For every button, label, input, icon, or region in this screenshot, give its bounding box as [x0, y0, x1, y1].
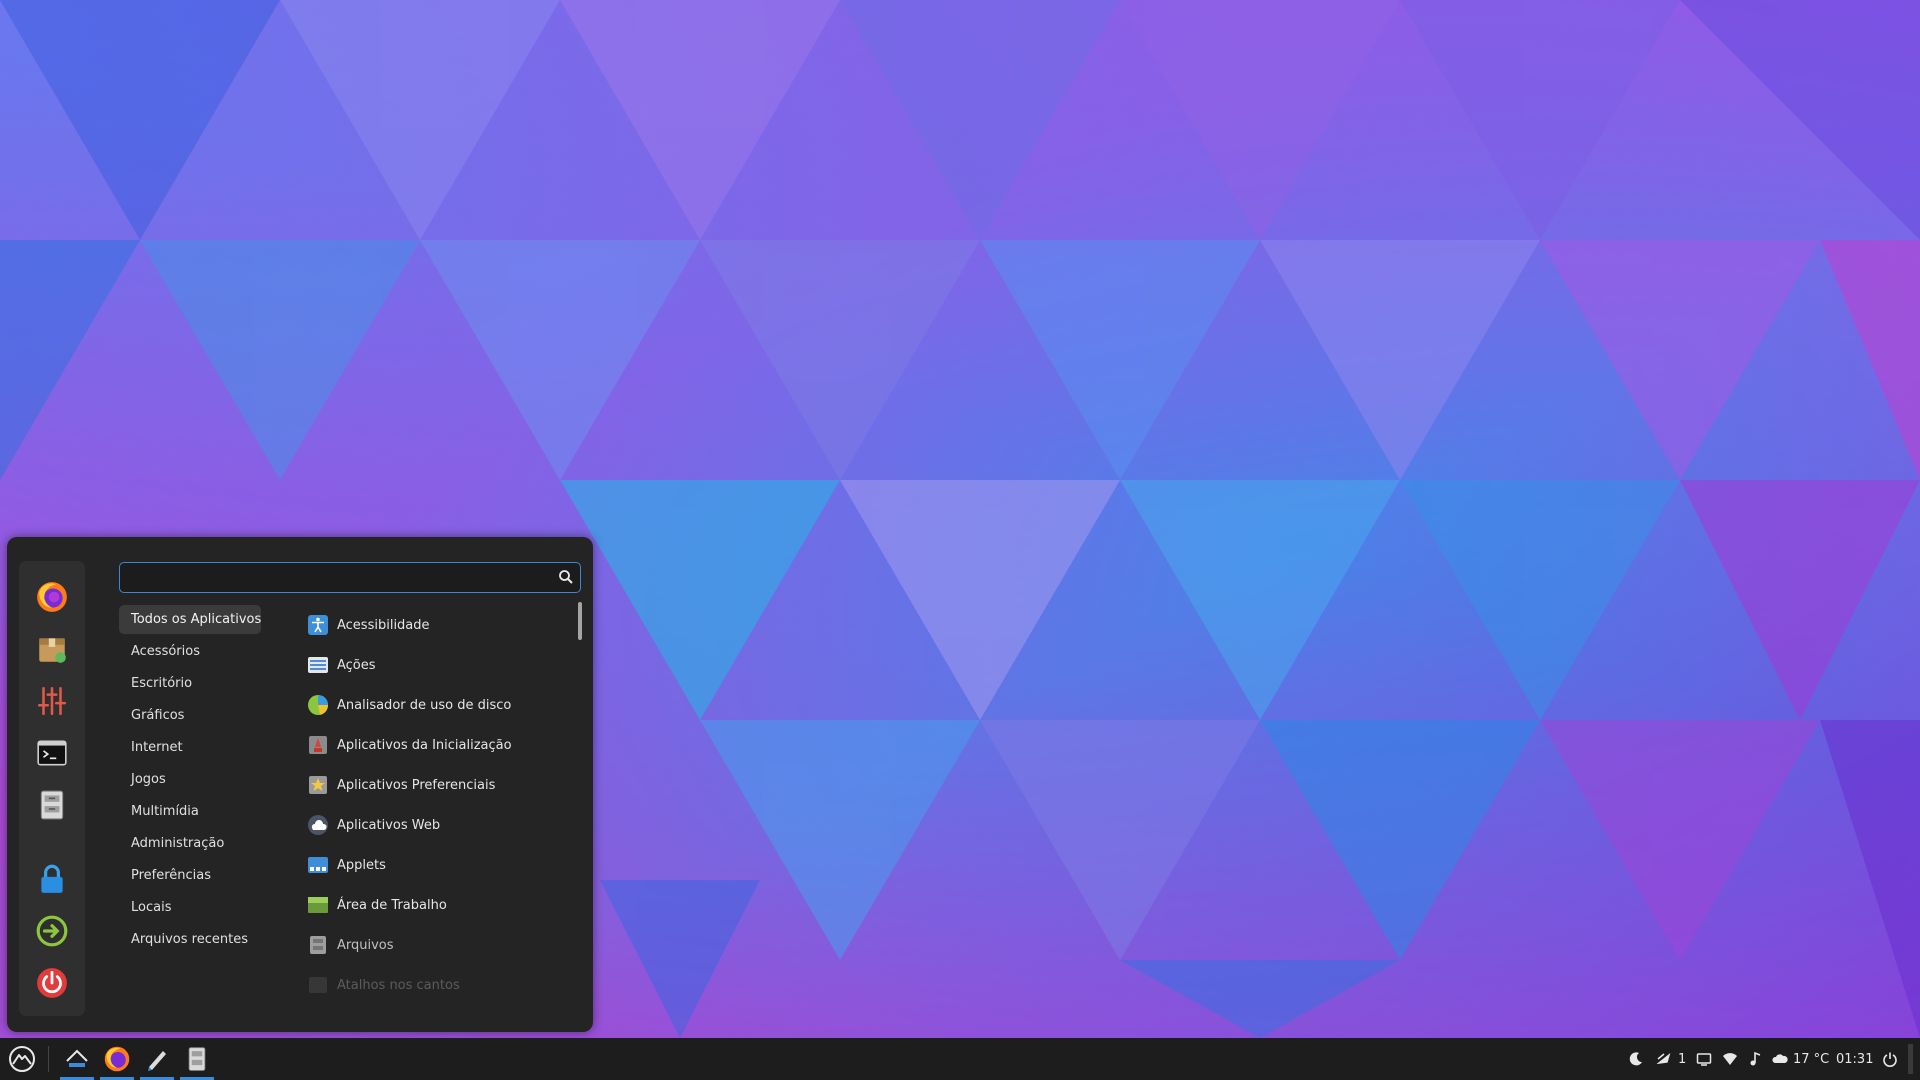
app-item[interactable]: Applets — [307, 845, 567, 885]
power-off-icon — [37, 968, 67, 998]
app-item[interactable]: Aplicativos Web — [307, 805, 567, 845]
favorite-software-manager[interactable] — [30, 627, 74, 671]
applets-icon — [307, 854, 329, 876]
category-list: Todos os Aplicativos Acessórios Escritór… — [119, 605, 279, 957]
taskbar-text-editor[interactable] — [138, 1038, 176, 1080]
bottom-panel: 1 17 °C 01:31 — [0, 1038, 1920, 1080]
shutdown-button[interactable] — [1882, 1038, 1898, 1080]
notification-count: 1 — [1678, 1051, 1687, 1067]
app-item[interactable]: Arquivos — [307, 925, 567, 965]
category-multimedia[interactable]: Multimídia — [119, 797, 279, 826]
search-input[interactable] — [128, 567, 552, 591]
power-icon — [1883, 1052, 1897, 1067]
startup-apps-icon — [307, 734, 329, 756]
settings-sliders-icon — [37, 686, 67, 716]
category-preferences[interactable]: Preferências — [119, 861, 279, 890]
hot-corners-icon — [307, 974, 329, 996]
taskbar-firefox[interactable] — [98, 1038, 136, 1080]
favorite-settings[interactable] — [30, 679, 74, 723]
display-icon — [1696, 1053, 1712, 1066]
taskbar-show-desktop[interactable] — [58, 1038, 96, 1080]
clock-time: 01:31 — [1836, 1051, 1874, 1067]
category-office[interactable]: Escritório — [119, 669, 279, 698]
app-label: Ações — [337, 657, 376, 673]
night-light-toggle[interactable] — [1628, 1038, 1644, 1080]
category-recent-files[interactable]: Arquivos recentes — [119, 925, 279, 954]
search-box — [119, 562, 581, 593]
show-desktop-strip[interactable] — [1908, 1038, 1916, 1080]
moon-icon — [1629, 1052, 1642, 1066]
application-menu: Todos os Aplicativos Acessórios Escritór… — [7, 537, 593, 1032]
category-all-apps[interactable]: Todos os Aplicativos — [119, 605, 261, 634]
menu-button[interactable] — [0, 1038, 44, 1080]
category-graphics[interactable]: Gráficos — [119, 701, 279, 730]
app-label: Acessibilidade — [337, 617, 430, 633]
temperature: 17 °C — [1793, 1051, 1830, 1067]
favorite-files[interactable] — [30, 783, 74, 827]
text-editor-pen-icon — [148, 1051, 166, 1071]
app-label: Aplicativos Preferenciais — [337, 777, 496, 793]
files-icon — [307, 934, 329, 956]
preferred-apps-icon — [307, 774, 329, 796]
app-item[interactable]: Aplicativos Preferenciais — [307, 765, 567, 805]
app-list-scrollbar[interactable] — [578, 602, 582, 640]
accessibility-icon — [307, 614, 329, 636]
app-item[interactable]: Área de Trabalho — [307, 885, 567, 925]
power-off-button[interactable] — [30, 961, 74, 1005]
app-item[interactable]: Aplicativos da Inicialização — [307, 725, 567, 765]
category-administration[interactable]: Administração — [119, 829, 279, 858]
disk-usage-icon — [307, 694, 329, 716]
software-manager-icon — [39, 638, 66, 663]
search-icon — [559, 570, 573, 584]
weather-applet[interactable]: 17 °C — [1772, 1038, 1829, 1080]
app-label: Applets — [337, 857, 386, 873]
firefox-icon — [37, 582, 67, 612]
web-apps-icon — [307, 814, 329, 836]
file-cabinet-icon — [40, 790, 64, 820]
app-label: Aplicativos Web — [337, 817, 441, 833]
notifications-button[interactable]: 1 — [1656, 1038, 1686, 1080]
category-places[interactable]: Locais — [119, 893, 279, 922]
logout-button[interactable] — [30, 909, 74, 953]
category-games[interactable]: Jogos — [119, 765, 279, 794]
app-list: Acessibilidade Ações Analisador de uso d… — [307, 605, 567, 1027]
app-item[interactable]: Acessibilidade — [307, 605, 567, 645]
app-label: Analisador de uso de disco — [337, 697, 512, 713]
desktop-icon — [307, 894, 329, 916]
show-desktop-icon — [66, 1049, 88, 1067]
wifi-icon — [1723, 1053, 1737, 1065]
lock-screen-button[interactable] — [30, 857, 74, 901]
music-note-icon — [1750, 1051, 1761, 1066]
network-button[interactable] — [1722, 1038, 1738, 1080]
sound-button[interactable] — [1748, 1038, 1764, 1080]
category-accessories[interactable]: Acessórios — [119, 637, 279, 666]
actions-icon — [307, 654, 329, 676]
logout-icon — [36, 915, 68, 947]
favorites-bar — [19, 561, 85, 1016]
app-item[interactable]: Analisador de uso de disco — [307, 685, 567, 725]
firefox-icon — [104, 1046, 130, 1072]
taskbar-files[interactable] — [178, 1038, 216, 1080]
display-button[interactable] — [1696, 1038, 1712, 1080]
app-label: Arquivos — [337, 937, 394, 953]
cloudy-weather-icon — [1772, 1054, 1788, 1063]
panel-separator — [48, 1046, 49, 1072]
show-desktop-handle — [1908, 1044, 1913, 1074]
app-label: Área de Trabalho — [337, 897, 447, 913]
lock-screen-icon — [41, 864, 63, 893]
app-item[interactable]: Atalhos nos cantos — [307, 965, 567, 1005]
favorite-terminal[interactable] — [30, 731, 74, 775]
app-item[interactable]: Ações — [307, 645, 567, 685]
file-cabinet-icon — [188, 1047, 206, 1071]
app-label: Atalhos nos cantos — [337, 977, 460, 993]
distro-logo-icon — [9, 1046, 35, 1072]
app-label: Aplicativos da Inicialização — [337, 737, 512, 753]
category-internet[interactable]: Internet — [119, 733, 279, 762]
clock[interactable]: 01:31 — [1836, 1038, 1873, 1080]
notification-bell-icon — [1656, 1052, 1671, 1065]
favorite-firefox[interactable] — [30, 575, 74, 619]
terminal-icon — [37, 740, 67, 766]
